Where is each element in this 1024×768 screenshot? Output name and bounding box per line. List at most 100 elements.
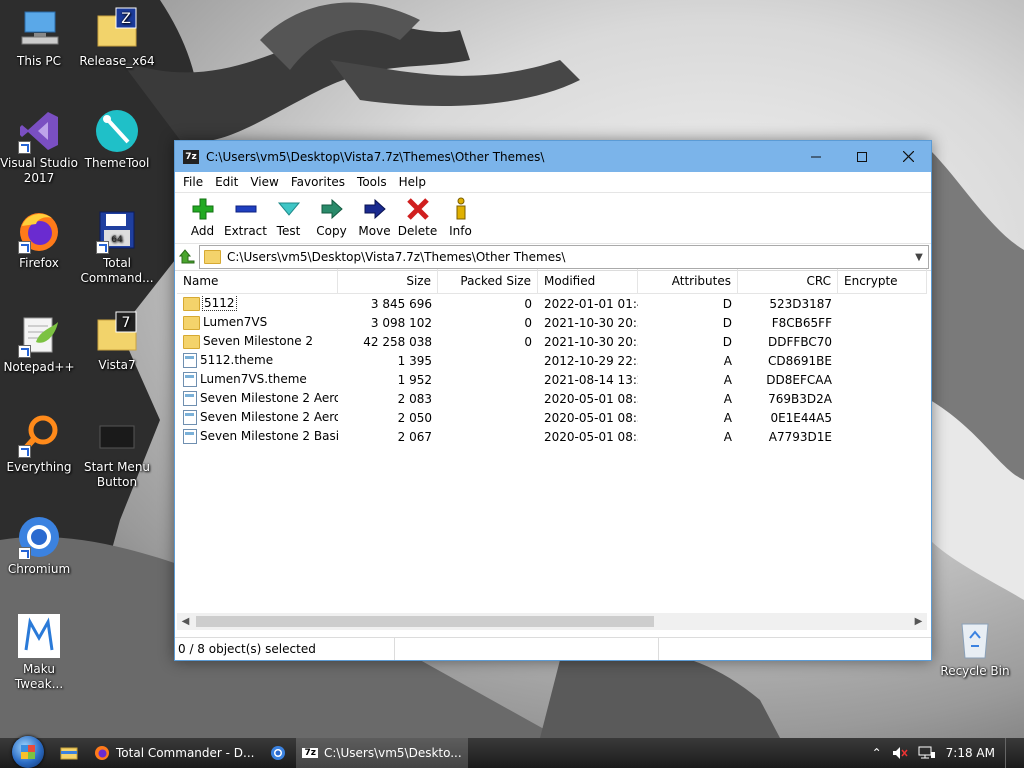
cell-modified: 2012-10-29 22:34 xyxy=(544,353,638,368)
menu-edit[interactable]: Edit xyxy=(209,175,244,189)
table-row[interactable]: Lumen7VS.theme 1 952 2021-08-14 13:20 A DD8E… xyxy=(177,370,927,389)
desktop-icon-this-pc[interactable]: This PC xyxy=(0,6,78,69)
computer-icon xyxy=(16,6,62,52)
menu-favorites[interactable]: Favorites xyxy=(285,175,351,189)
cell-name: Seven Milestone 2 Basic... xyxy=(177,429,338,444)
cell-crc: DD8EFCAA xyxy=(766,372,832,387)
cell-modified: 2021-08-14 13:20 xyxy=(544,372,638,387)
desktop-icon-themetool[interactable]: ThemeTool xyxy=(78,108,156,171)
info-button[interactable]: Info xyxy=(439,193,482,238)
cell-attributes: A xyxy=(723,391,732,406)
menu-file[interactable]: File xyxy=(177,175,209,189)
maximize-button[interactable] xyxy=(839,141,885,172)
desktop-icon-vista7[interactable]: 7 Vista7 xyxy=(78,310,156,373)
table-row[interactable]: Seven Milestone 2 Basic... 2 067 2020-05-0… xyxy=(177,427,927,446)
desktop-icon-notepadpp[interactable]: Notepad++ xyxy=(0,312,78,375)
chevron-down-icon[interactable]: ▼ xyxy=(910,252,928,263)
cell-size: 2 067 xyxy=(397,429,432,444)
windows-logo-icon xyxy=(12,736,44,768)
table-row[interactable]: 5112.theme 1 395 2012-10-29 22:34 A CD8691BE xyxy=(177,351,927,370)
desktop-icon-release-x64[interactable]: Z Release_x64 xyxy=(78,6,156,69)
window-title: C:\Users\vm5\Desktop\Vista7.7z\Themes\Ot… xyxy=(206,149,545,164)
cell-name: Lumen7VS xyxy=(177,315,338,330)
file-list[interactable]: Name Size Packed Size Modified Attribute… xyxy=(177,269,927,619)
cell-size: 2 083 xyxy=(397,391,432,406)
taskbar-item-seven-zip[interactable]: 7z C:\Users\vm5\Deskto... xyxy=(296,738,468,768)
scroll-thumb[interactable] xyxy=(196,616,654,627)
table-row[interactable]: Seven Milestone 2 Aero.... 2 050 2020-05-0… xyxy=(177,408,927,427)
cell-crc: 0E1E44A5 xyxy=(770,410,832,425)
menu-help[interactable]: Help xyxy=(393,175,432,189)
cell-attributes: A xyxy=(723,410,732,425)
column-modified[interactable]: Modified xyxy=(538,269,638,293)
column-crc[interactable]: CRC xyxy=(738,269,838,293)
chromium-icon xyxy=(271,746,286,760)
desktop-icon-maku-tweaker[interactable]: Maku Tweak... xyxy=(0,614,78,692)
volume-muted-icon[interactable] xyxy=(892,746,908,760)
desktop-icon-everything[interactable]: Everything xyxy=(0,412,78,475)
column-packed-size[interactable]: Packed Size xyxy=(438,269,538,293)
desktop-icon-recycle-bin[interactable]: Recycle Bin xyxy=(936,616,1014,679)
column-name[interactable]: Name xyxy=(177,269,338,293)
delete-button[interactable]: Delete xyxy=(396,193,439,238)
extract-button[interactable]: Extract xyxy=(224,193,267,238)
title-bar[interactable]: 7z C:\Users\vm5\Desktop\Vista7.7z\Themes… xyxy=(175,141,931,172)
test-button[interactable]: Test xyxy=(267,193,310,238)
minimize-icon xyxy=(811,156,821,157)
column-attributes[interactable]: Attributes xyxy=(638,269,738,293)
desktop-icon-firefox[interactable]: Firefox xyxy=(0,208,78,271)
folder-icon xyxy=(183,296,200,311)
close-button[interactable] xyxy=(885,141,931,172)
taskbar: Total Commander - D... 7z C:\Users\vm5\D… xyxy=(0,736,1024,768)
chromium-icon xyxy=(16,514,62,560)
address-combo[interactable]: C:\Users\vm5\Desktop\Vista7.7z\Themes\Ot… xyxy=(199,245,929,269)
desktop-icon-start-menu-button[interactable]: Start Menu Button xyxy=(78,412,156,490)
cell-attributes: A xyxy=(723,372,732,387)
taskbar-chromium-button[interactable] xyxy=(264,738,292,768)
start-button[interactable] xyxy=(10,736,50,768)
copy-button[interactable]: Copy xyxy=(310,193,353,238)
seven-zip-window[interactable]: 7z C:\Users\vm5\Desktop\Vista7.7z\Themes… xyxy=(174,140,932,661)
table-row[interactable]: Seven Milestone 2 42 258 038 0 2021-10-30 2… xyxy=(177,332,927,351)
menu-tools[interactable]: Tools xyxy=(351,175,393,189)
show-desktop-button[interactable] xyxy=(1005,738,1012,768)
theme-file-icon xyxy=(183,353,197,368)
move-arrow-icon xyxy=(364,198,386,220)
taskbar-item-total-commander[interactable]: Total Commander - D... xyxy=(88,738,260,768)
table-row[interactable]: Seven Milestone 2 Aero ... 2 083 2020-05-0… xyxy=(177,389,927,408)
address-bar: C:\Users\vm5\Desktop\Vista7.7z\Themes\Ot… xyxy=(175,244,931,271)
firefox-icon xyxy=(16,208,62,254)
table-row[interactable]: Lumen7VS 3 098 102 0 2021-10-30 20:53 D F8CB6… xyxy=(177,313,927,332)
horizontal-scrollbar[interactable]: ◀ ▶ xyxy=(177,613,927,630)
scroll-left-icon[interactable]: ◀ xyxy=(177,616,194,627)
cell-attributes: A xyxy=(723,353,732,368)
column-encrypted[interactable]: Encrypte xyxy=(838,269,927,293)
cell-modified: 2021-10-30 20:53 xyxy=(544,334,638,349)
minimize-button[interactable] xyxy=(793,141,839,172)
file-name: 5112.theme xyxy=(200,353,274,367)
folder-icon xyxy=(183,334,200,349)
desktop-icon-visual-studio[interactable]: Visual Studio 2017 xyxy=(0,108,78,186)
desktop-icon-total-commander[interactable]: 64 Total Command... xyxy=(78,208,156,286)
address-path: C:\Users\vm5\Desktop\Vista7.7z\Themes\Ot… xyxy=(227,250,566,264)
desktop-icon-chromium[interactable]: Chromium xyxy=(0,514,78,577)
clock[interactable]: 7:18 AM xyxy=(946,746,995,760)
up-folder-button[interactable] xyxy=(175,245,199,269)
system-tray: ⌃ 7:18 AM xyxy=(872,738,1024,768)
table-row[interactable]: 5112 3 845 696 0 2022-01-01 01:43 D 523D3187 xyxy=(177,294,927,313)
scroll-right-icon[interactable]: ▶ xyxy=(910,616,927,627)
column-size[interactable]: Size xyxy=(338,269,438,293)
network-icon[interactable] xyxy=(918,746,936,760)
move-button[interactable]: Move xyxy=(353,193,396,238)
add-button[interactable]: Add xyxy=(181,193,224,238)
taskbar-explorer-button[interactable] xyxy=(54,738,84,768)
cell-crc: 769B3D2A xyxy=(768,391,832,406)
menu-view[interactable]: View xyxy=(244,175,284,189)
chevron-up-icon[interactable]: ⌃ xyxy=(872,746,882,760)
add-plus-icon xyxy=(192,198,213,220)
cell-size: 2 050 xyxy=(397,410,432,425)
scroll-track[interactable] xyxy=(194,614,910,629)
file-explorer-icon xyxy=(60,747,78,760)
svg-text:64: 64 xyxy=(111,235,123,245)
cell-packed-size: 0 xyxy=(524,296,532,311)
